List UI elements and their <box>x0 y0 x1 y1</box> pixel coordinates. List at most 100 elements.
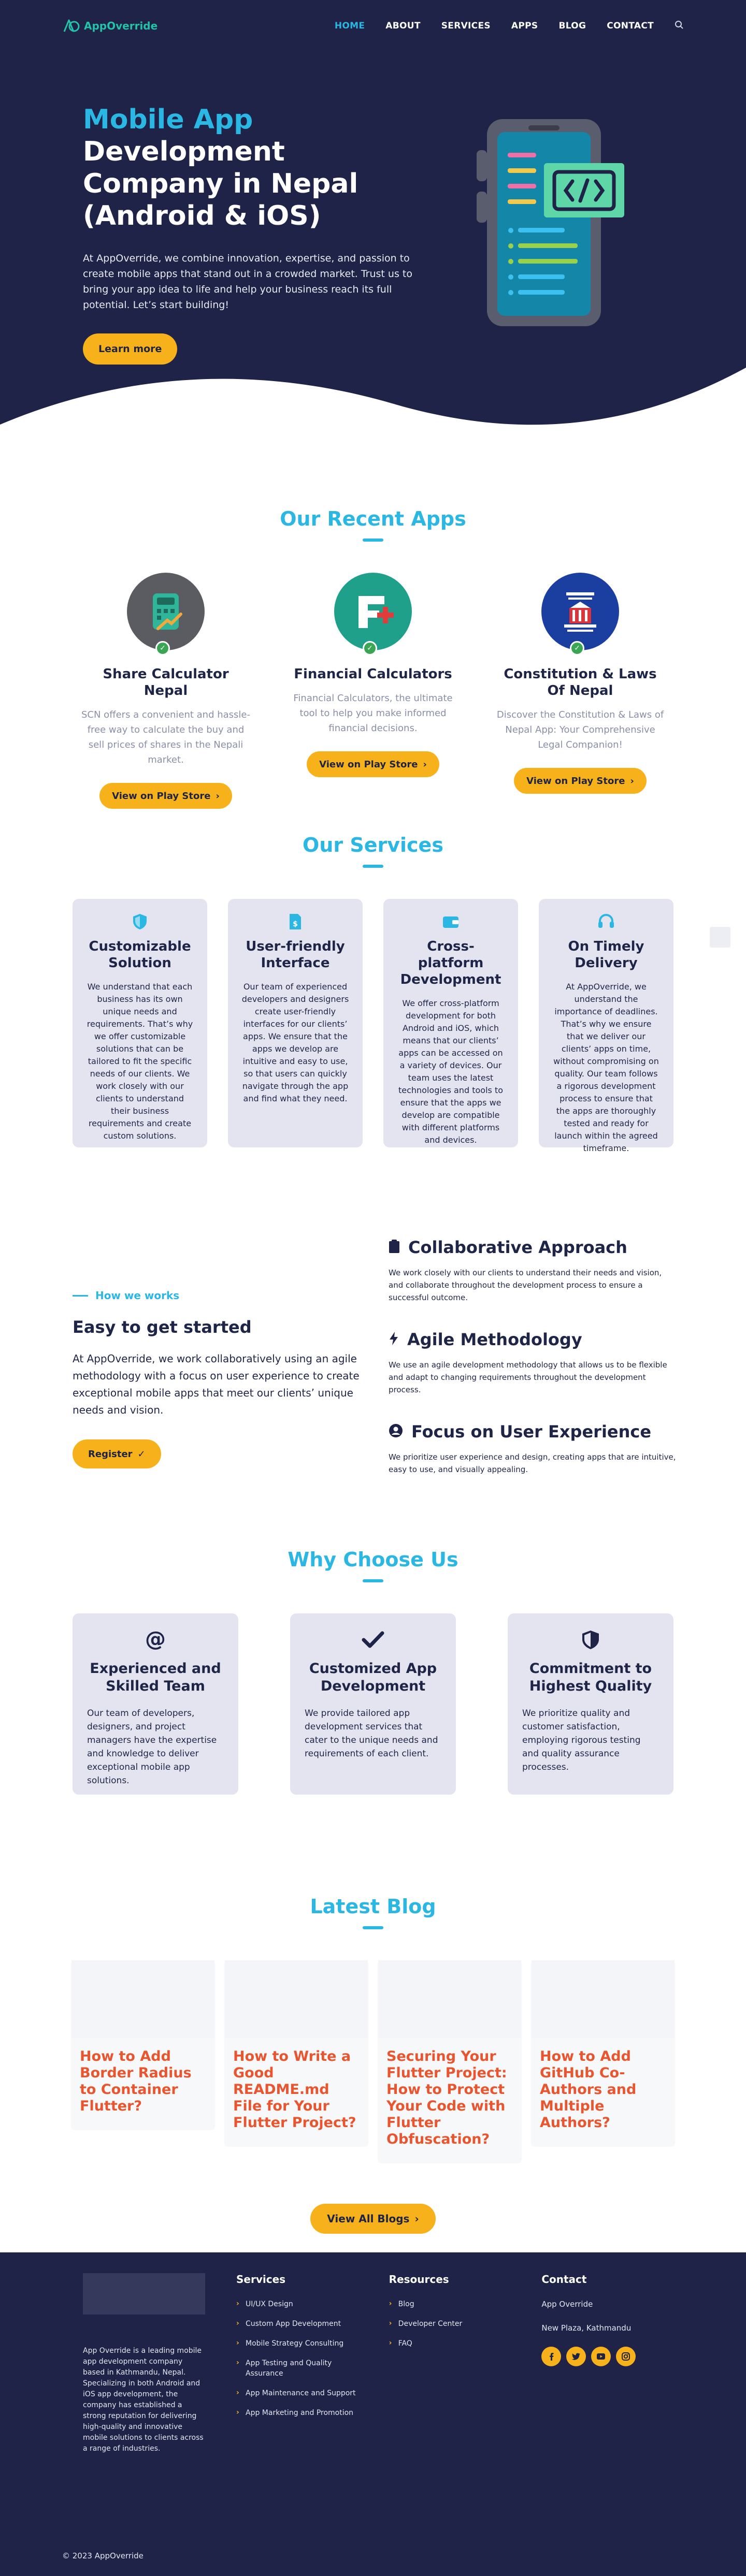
button-label: View on Play Store <box>112 790 211 802</box>
brand-name: AppOverride <box>84 20 158 32</box>
footer-contact-column: Contact App Override New Plaza, Kathmand… <box>541 2273 663 2454</box>
footer-contact-info: App Override New Plaza, Kathmandu <box>541 2299 663 2333</box>
service-card: Cross-platform Development We offer cros… <box>383 899 518 1147</box>
view-on-play-store-button[interactable]: View on Play Store › <box>307 751 439 777</box>
hero-title-highlight: Mobile App <box>83 104 253 135</box>
app-card: ✓ Share Calculator Nepal SCN offers a co… <box>80 573 251 809</box>
footer-link[interactable]: App Marketing and Promotion <box>236 2407 358 2418</box>
constitution-laws-app-icon: ✓ <box>541 573 619 656</box>
footer-columns: App Override is a leading mobile app dev… <box>83 2273 663 2454</box>
service-title: On Timely Delivery <box>568 939 644 971</box>
facebook-icon[interactable] <box>541 2347 562 2366</box>
footer-contact-heading: Contact <box>541 2273 587 2286</box>
nav-about[interactable]: ABOUT <box>385 21 420 31</box>
view-on-play-store-button[interactable]: View on Play Store › <box>514 768 647 794</box>
feature-description: We work closely with our clients to unde… <box>389 1268 662 1302</box>
financial-calculators-app-icon: ✓ <box>334 573 412 656</box>
service-title: Cross-platform Development <box>400 939 501 987</box>
blog-thumbnail <box>225 1960 368 2038</box>
blog-card[interactable]: How to Write a Good README.md File for Y… <box>225 1960 368 2146</box>
feature-item: Collaborative Approach We work closely w… <box>389 1238 679 1304</box>
nav-home[interactable]: HOME <box>335 21 365 31</box>
footer-logo[interactable] <box>83 2273 205 2315</box>
services-section: Our Services Customizable Solution We un… <box>0 834 746 1227</box>
brand-logo[interactable]: AppOverride <box>62 18 157 34</box>
recent-apps-section: Our Recent Apps ✓ Share Calculator Nepal… <box>0 450 746 834</box>
footer-resources-heading: Resources <box>389 2273 449 2286</box>
service-description: We understand that each business has its… <box>87 982 193 1141</box>
why-card: Commitment to Highest Quality We priorit… <box>508 1613 673 1795</box>
hero-title-rest: Development Company in Nepal (Android & … <box>83 136 358 231</box>
chevron-right-icon: › <box>216 790 220 802</box>
kicker-line <box>73 1294 88 1297</box>
hero-text: Mobile App Development Company in Nepal … <box>83 104 425 365</box>
why-card-description: We provide tailored app development serv… <box>305 1708 438 1759</box>
verified-check-icon: ✓ <box>363 641 377 656</box>
footer-link[interactable]: FAQ <box>389 2338 511 2349</box>
floating-widget[interactable] <box>710 927 730 948</box>
twitter-icon[interactable] <box>566 2347 586 2366</box>
nav-apps[interactable]: APPS <box>511 21 538 31</box>
service-description: We offer cross-platform development for … <box>398 998 504 1145</box>
main-menu: HOME ABOUT SERVICES APPS BLOG CONTACT <box>335 20 684 32</box>
blog-card[interactable]: Securing Your Flutter Project: How to Pr… <box>378 1960 521 2162</box>
verified-check-icon: ✓ <box>570 641 584 656</box>
latest-blog-section: Latest Blog How to Add Border Radius to … <box>0 1895 746 2252</box>
why-card-title: Experienced and Skilled Team <box>90 1661 221 1694</box>
feature-title: Collaborative Approach <box>408 1238 627 1257</box>
svg-text:$: $ <box>293 920 298 928</box>
contact-name: App Override <box>541 2300 593 2309</box>
title-underline <box>363 1579 383 1582</box>
search-icon[interactable] <box>675 20 684 32</box>
check-icon: ✓ <box>137 1448 146 1460</box>
app-card: ✓ Constitution & Laws Of Nepal Discover … <box>495 573 666 809</box>
footer-link[interactable]: UI/UX Design <box>236 2298 358 2309</box>
check-icon <box>305 1627 441 1653</box>
nav-blog[interactable]: BLOG <box>558 21 586 31</box>
blog-card[interactable]: How to Add GitHub Co-Authors and Multipl… <box>532 1960 675 2146</box>
blog-post-title[interactable]: How to Add Border Radius to Container Fl… <box>71 2038 214 2129</box>
footer-resources-list: Blog Developer Center FAQ <box>389 2298 511 2349</box>
hero-description: At AppOverride, we combine innovation, e… <box>83 253 412 311</box>
footer-link[interactable]: Mobile Strategy Consulting <box>236 2338 358 2349</box>
footer-about-text: App Override is a leading mobile app dev… <box>83 2347 204 2453</box>
blog-post-title[interactable]: How to Write a Good README.md File for Y… <box>225 2038 368 2146</box>
hero-title: Mobile App Development Company in Nepal … <box>83 104 425 232</box>
at-icon: @ <box>87 1627 224 1653</box>
apps-title: Our Recent Apps <box>280 507 466 530</box>
footer-link[interactable]: App Maintenance and Support <box>236 2388 358 2398</box>
youtube-icon[interactable] <box>591 2347 611 2366</box>
headset-icon <box>552 912 660 931</box>
svg-text:@: @ <box>145 1629 166 1650</box>
blog-post-title[interactable]: Securing Your Flutter Project: How to Pr… <box>378 2038 521 2162</box>
blog-post-title[interactable]: How to Add GitHub Co-Authors and Multipl… <box>532 2038 675 2146</box>
service-description: Our team of experienced developers and d… <box>241 982 349 1103</box>
how-description: At AppOverride, we work collaboratively … <box>73 1352 360 1416</box>
brand-logo-icon <box>63 19 80 32</box>
hero-section: AppOverride HOME ABOUT SERVICES APPS BLO… <box>0 0 746 450</box>
copyright: © 2023 AppOverride <box>62 2551 144 2560</box>
kicker-text: How we works <box>95 1289 180 1302</box>
how-kicker: How we works <box>73 1289 363 1302</box>
title-underline <box>363 539 383 542</box>
nav-contact[interactable]: CONTACT <box>607 21 654 31</box>
register-button[interactable]: Register ✓ <box>73 1439 161 1468</box>
how-title: Easy to get started <box>73 1317 252 1337</box>
nav-services[interactable]: SERVICES <box>441 21 491 31</box>
view-on-play-store-button[interactable]: View on Play Store › <box>99 783 232 809</box>
app-description: Financial Calculators, the ultimate tool… <box>293 693 453 734</box>
footer-link[interactable]: Developer Center <box>389 2318 511 2329</box>
app-description: SCN offers a convenient and hassle-free … <box>81 709 250 765</box>
contact-address: New Plaza, Kathmandu <box>541 2323 632 2333</box>
blog-card[interactable]: How to Add Border Radius to Container Fl… <box>71 1960 214 2129</box>
footer-link[interactable]: Blog <box>389 2298 511 2309</box>
footer-link[interactable]: Custom App Development <box>236 2318 358 2329</box>
footer-link[interactable]: App Testing and Quality Assurance <box>236 2357 358 2379</box>
feature-title: Focus on User Experience <box>411 1422 652 1442</box>
button-label: View All Blogs <box>327 2213 410 2225</box>
view-all-blogs-button[interactable]: View All Blogs › <box>310 2204 436 2234</box>
feature-description: We use an agile development methodology … <box>389 1360 667 1394</box>
why-card-description: Our team of developers, designers, and p… <box>87 1708 217 1786</box>
instagram-icon[interactable] <box>616 2347 636 2366</box>
app-title: Constitution & Laws Of Nepal <box>504 666 657 698</box>
